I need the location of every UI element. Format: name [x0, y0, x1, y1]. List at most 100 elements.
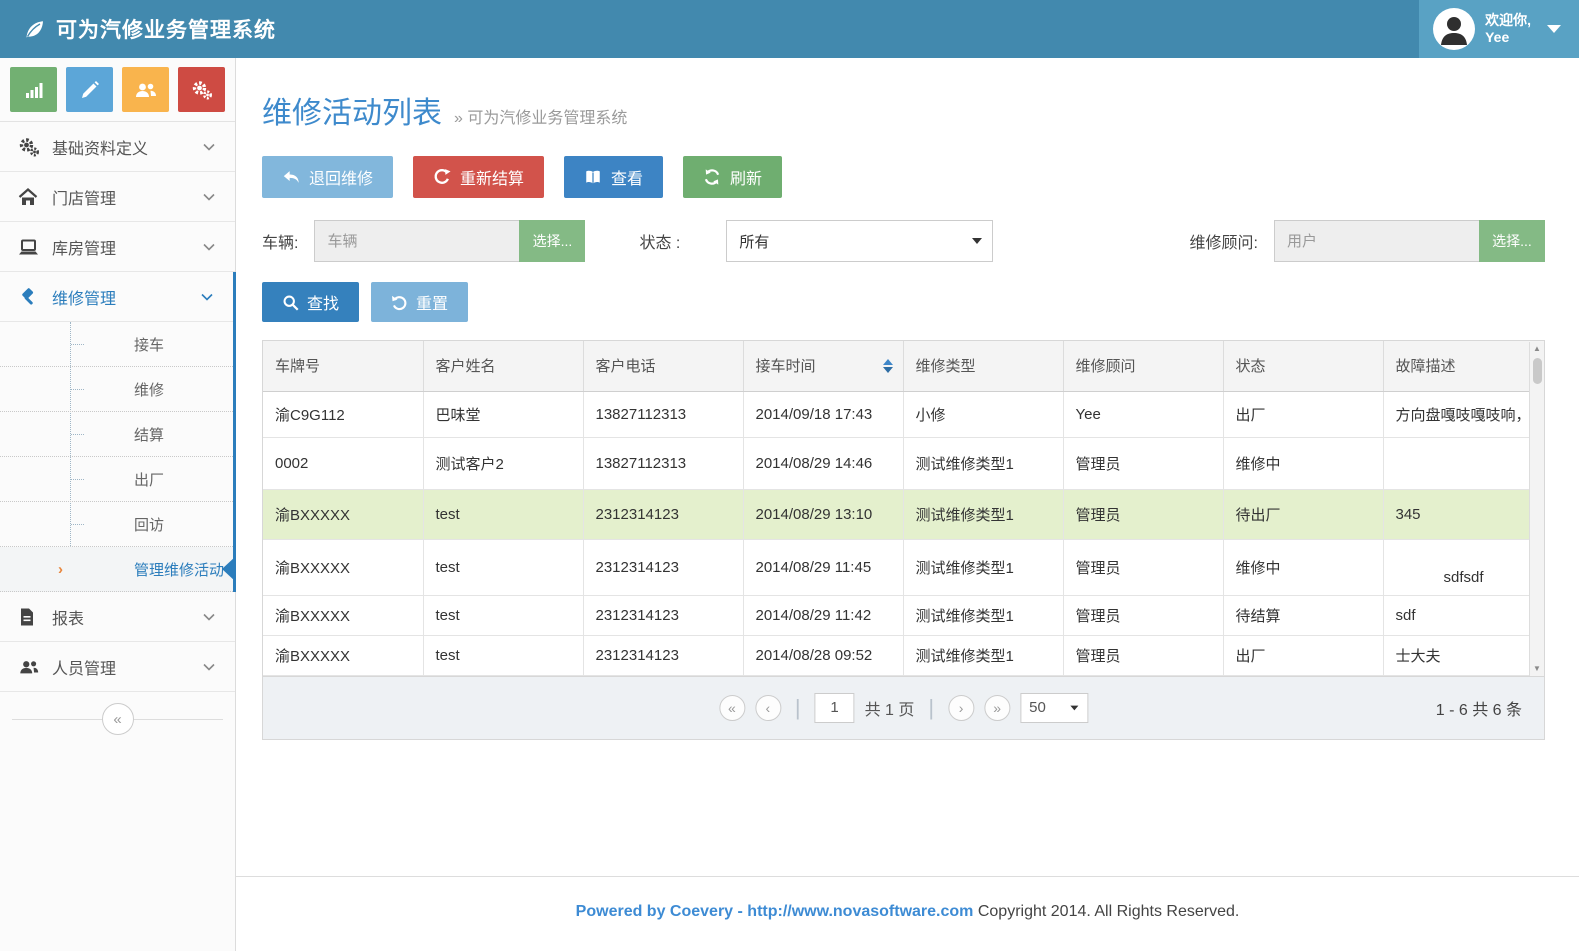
cell-plate: 渝BXXXXX — [263, 595, 423, 635]
user-caret-down-icon — [1547, 25, 1561, 33]
subitem-label: 维修 — [134, 379, 164, 400]
reply-arrow-icon — [282, 168, 300, 186]
view-button[interactable]: 查看 — [564, 156, 663, 198]
table-row-selected[interactable]: 渝BXXXXX test 2312314123 2014/08/29 13:10… — [263, 489, 1544, 539]
report-file-icon — [18, 607, 40, 627]
quick-action-row — [0, 58, 235, 122]
cell-time: 2014/08/28 09:52 — [743, 635, 903, 675]
footer-link[interactable]: Powered by Coevery - http://www.novasoft… — [576, 903, 974, 920]
cell-phone: 2312314123 — [583, 539, 743, 595]
sidebar-item-label: 报表 — [52, 605, 84, 629]
quick-edit-button[interactable] — [66, 67, 113, 112]
page-size-select[interactable]: 50 — [1020, 693, 1088, 723]
sidebar-item-label: 人员管理 — [52, 655, 116, 679]
sidebar-item-warehouse-mgmt[interactable]: 库房管理 — [0, 222, 235, 272]
pagination-bar: « ‹ | 共 1 页 | › » 50 1 - 6 共 6 条 — [262, 676, 1545, 740]
sidebar: 基础资料定义 门店管理 库房管理 维修管理 接车 维修 结算 出厂 — [0, 58, 236, 951]
brand: 可为汽修业务管理系统 — [0, 14, 276, 44]
sidebar-subitem-repair[interactable]: 维修 — [0, 367, 233, 412]
undo-icon — [391, 294, 408, 311]
cell-advisor: 管理员 — [1063, 437, 1223, 489]
record-range-label: 1 - 6 共 6 条 — [1436, 696, 1544, 720]
prev-page-button[interactable]: ‹ — [755, 695, 781, 721]
first-page-button[interactable]: « — [719, 695, 745, 721]
button-label: 重置 — [416, 290, 448, 314]
sidebar-item-base-data[interactable]: 基础资料定义 — [0, 122, 235, 172]
find-button[interactable]: 查找 — [262, 282, 359, 322]
sidebar-item-reports[interactable]: 报表 — [0, 592, 235, 642]
chevron-down-icon — [201, 609, 217, 625]
table-scrollbar[interactable]: ▲ ▼ — [1529, 342, 1544, 676]
cell-type: 测试维修类型1 — [903, 489, 1063, 539]
quick-users-button[interactable] — [122, 67, 169, 112]
sidebar-subitem-receive[interactable]: 接车 — [0, 322, 233, 367]
cell-type: 测试维修类型1 — [903, 635, 1063, 675]
sidebar-subitem-settle[interactable]: 结算 — [0, 412, 233, 457]
scroll-up-icon[interactable]: ▲ — [1533, 342, 1541, 356]
cell-time: 2014/08/29 14:46 — [743, 437, 903, 489]
col-header-customer-phone[interactable]: 客户电话 — [583, 341, 743, 391]
active-flag-icon — [222, 556, 236, 582]
cell-time: 2014/08/29 11:42 — [743, 595, 903, 635]
col-header-status[interactable]: 状态 — [1223, 341, 1383, 391]
user-avatar-icon — [1433, 8, 1475, 50]
breadcrumb: » 可为汽修业务管理系统 — [454, 104, 627, 128]
welcome-line: 欢迎你, — [1485, 12, 1531, 28]
col-header-fault-desc[interactable]: 故障描述 — [1383, 341, 1544, 391]
sidebar-item-personnel-mgmt[interactable]: 人员管理 — [0, 642, 235, 692]
table-row[interactable]: 渝BXXXXX test 2312314123 2014/08/28 09:52… — [263, 635, 1544, 675]
sidebar-subitem-manage-activities[interactable]: › 管理维修活动 — [0, 547, 233, 592]
table-row[interactable]: 渝BXXXXX test 2312314123 2014/08/29 11:45… — [263, 539, 1544, 595]
last-page-button[interactable]: » — [984, 695, 1010, 721]
cell-status: 待结算 — [1223, 595, 1383, 635]
page-size-value: 50 — [1029, 699, 1046, 716]
vehicle-input[interactable] — [314, 220, 519, 262]
scrollbar-thumb[interactable] — [1533, 358, 1542, 384]
table-row[interactable]: 渝BXXXXX test 2312314123 2014/08/29 11:42… — [263, 595, 1544, 635]
cell-advisor: 管理员 — [1063, 539, 1223, 595]
next-page-button[interactable]: › — [948, 695, 974, 721]
page-number-input[interactable] — [815, 693, 855, 723]
chevron-down-icon — [201, 239, 217, 255]
cell-customer: test — [423, 489, 583, 539]
col-header-plate[interactable]: 车牌号 — [263, 341, 423, 391]
table-row[interactable]: 渝C9G112 巴味堂 13827112313 2014/09/18 17:43… — [263, 391, 1544, 437]
sort-icon[interactable] — [883, 359, 893, 373]
col-header-customer-name[interactable]: 客户姓名 — [423, 341, 583, 391]
welcome-text: 欢迎你, Yee — [1485, 12, 1531, 46]
cell-type: 测试维修类型1 — [903, 437, 1063, 489]
refresh-button[interactable]: 刷新 — [683, 156, 782, 198]
quick-settings-button[interactable] — [178, 67, 225, 112]
cell-phone: 13827112313 — [583, 391, 743, 437]
resettle-button[interactable]: 重新结算 — [413, 156, 544, 198]
cell-status: 出厂 — [1223, 635, 1383, 675]
col-header-repair-type[interactable]: 维修类型 — [903, 341, 1063, 391]
active-chevron-right-icon: › — [58, 561, 63, 578]
sidebar-subitem-return-visit[interactable]: 回访 — [0, 502, 233, 547]
cell-phone: 2312314123 — [583, 635, 743, 675]
return-to-repair-button[interactable]: 退回维修 — [262, 156, 393, 198]
cell-phone: 2312314123 — [583, 595, 743, 635]
col-header-receive-time[interactable]: 接车时间 — [743, 341, 903, 391]
advisor-select-button[interactable]: 选择... — [1479, 220, 1545, 262]
reset-button[interactable]: 重置 — [371, 282, 468, 322]
sidebar-item-store-mgmt[interactable]: 门店管理 — [0, 172, 235, 222]
scroll-down-icon[interactable]: ▼ — [1533, 662, 1541, 676]
quick-stats-button[interactable] — [10, 67, 57, 112]
col-header-advisor[interactable]: 维修顾问 — [1063, 341, 1223, 391]
user-menu[interactable]: 欢迎你, Yee — [1419, 0, 1579, 58]
chevron-down-icon — [201, 659, 217, 675]
cell-status: 维修中 — [1223, 539, 1383, 595]
repair-activity-table: 车牌号 客户姓名 客户电话 接车时间 维修类型 维修顾问 状态 故障描述 — [262, 340, 1545, 676]
vehicle-select-button[interactable]: 选择... — [519, 220, 585, 262]
sidebar-collapse-button[interactable]: « — [102, 703, 134, 735]
laptop-icon — [18, 237, 40, 257]
advisor-label: 维修顾问: — [1190, 229, 1258, 253]
sidebar-subitem-factory-out[interactable]: 出厂 — [0, 457, 233, 502]
cell-status: 待出厂 — [1223, 489, 1383, 539]
advisor-input[interactable] — [1274, 220, 1479, 262]
table-row[interactable]: 0002 测试客户2 13827112313 2014/08/29 14:46 … — [263, 437, 1544, 489]
sidebar-item-repair-mgmt[interactable]: 维修管理 — [0, 272, 233, 322]
subitem-label: 回访 — [134, 514, 164, 535]
status-select[interactable]: 所有 — [726, 220, 993, 262]
